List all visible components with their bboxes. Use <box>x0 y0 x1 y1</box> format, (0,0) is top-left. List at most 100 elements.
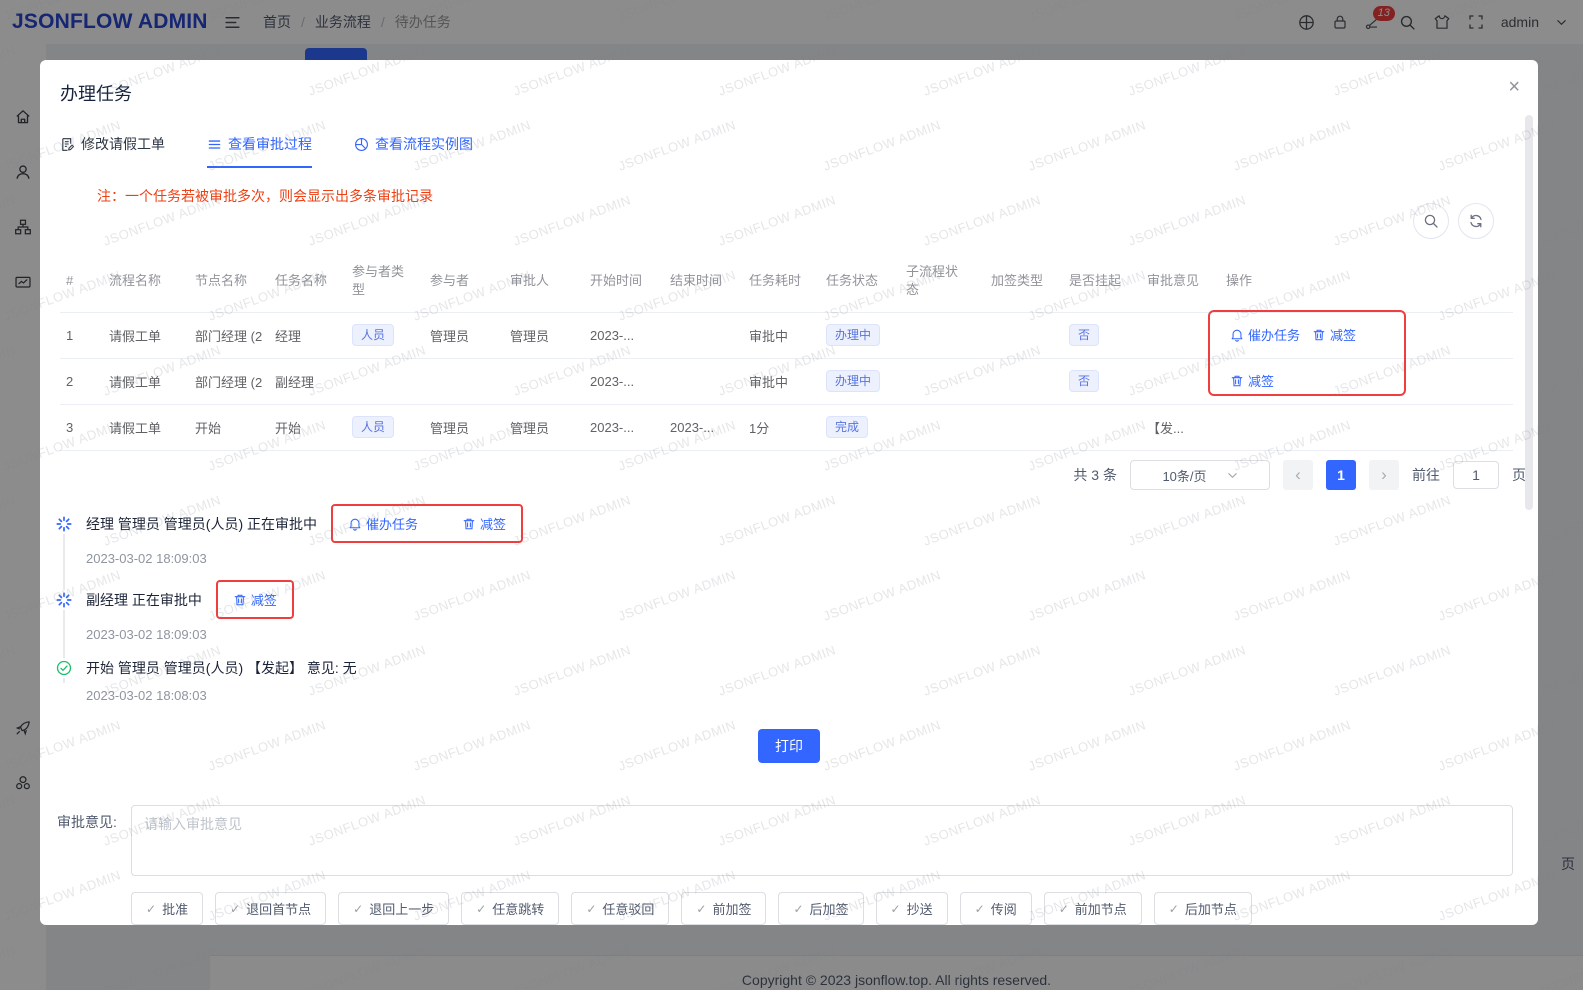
table-cell: 否 <box>1063 312 1141 358</box>
column-header-label: 参与者类型 <box>352 263 408 299</box>
action-label: 退回首节点 <box>246 899 311 918</box>
timeline-text: 开始 管理员 管理员(人员) 【发起】 意见: 无 <box>86 658 357 678</box>
action-button[interactable]: ✓ 后加节点 <box>1154 892 1252 925</box>
column-header: 参与者 <box>424 250 504 312</box>
table-cell <box>900 358 985 404</box>
table-cell <box>900 312 985 358</box>
table-row: 3请假工单开始开始人员管理员管理员2023-...2023-...1分完成【发.… <box>60 404 1513 450</box>
table-cell: 审批中 <box>743 358 820 404</box>
status-tag: 否 <box>1069 324 1099 346</box>
highlight-box-actions: 催办任务 减签 <box>331 504 523 543</box>
table-cell: 办理中 <box>820 312 900 358</box>
table-cell: 2 <box>60 358 103 404</box>
cell-text: 经理 <box>275 326 340 345</box>
check-icon: ✓ <box>1059 902 1069 916</box>
link-label: 减签 <box>251 590 277 609</box>
action-button[interactable]: ✓传阅 <box>960 892 1032 925</box>
table-cell <box>664 358 743 404</box>
timeline-item: 经理 管理员 管理员(人员) 正在审批中 催办任务 减签 2023-03-02 18:… <box>56 504 776 566</box>
column-header-label: 任务耗时 <box>749 273 801 288</box>
tab-edit-leave-form[interactable]: 修改请假工单 <box>60 134 165 168</box>
timeline-text: 经理 管理员 管理员(人员) 正在审批中 <box>86 514 317 534</box>
action-button[interactable]: ✓抄送 <box>876 892 948 925</box>
tab-approval-process[interactable]: 查看审批过程 <box>207 134 312 168</box>
urge-task-link[interactable]: 催办任务 <box>348 514 418 533</box>
table-cell <box>1141 312 1220 358</box>
timeline-timestamp: 2023-03-02 18:09:03 <box>56 551 776 566</box>
tab-process-diagram[interactable]: 查看流程实例图 <box>354 134 473 168</box>
search-button[interactable] <box>1413 203 1449 239</box>
opinion-textarea[interactable] <box>131 805 1513 876</box>
trash-icon <box>1312 328 1326 342</box>
action-button[interactable]: ✓退回上一步 <box>338 892 449 925</box>
column-header-label: 操作 <box>1226 273 1252 288</box>
action-button[interactable]: ✓ 前加节点 <box>1044 892 1142 925</box>
cell-text: 3 <box>66 420 97 435</box>
table-cell <box>900 404 985 450</box>
action-button[interactable]: ✓任意跳转 <box>461 892 559 925</box>
opinion-label: 审批意见: <box>57 812 117 832</box>
action-label: 退回上一步 <box>369 899 434 918</box>
action-button[interactable]: ✓批准 <box>131 892 203 925</box>
close-icon[interactable]: × <box>1508 76 1520 99</box>
cell-text: 管理员 <box>510 326 578 345</box>
link-label: 催办任务 <box>1248 325 1300 344</box>
column-header: 子流程状态 <box>900 250 985 312</box>
reduce-sign-link[interactable]: 减签 <box>1230 371 1274 390</box>
tab-label: 查看流程实例图 <box>375 134 473 154</box>
current-page[interactable]: 1 <box>1326 460 1356 490</box>
prev-page-button[interactable]: ‹ <box>1283 460 1313 490</box>
cell-text: 请假工单 <box>109 418 183 437</box>
cell-text: 审批中 <box>749 372 814 391</box>
table-cell <box>424 358 504 404</box>
action-label: 后加节点 <box>1185 899 1237 918</box>
table-cell: 经理 <box>269 312 346 358</box>
check-icon: ✓ <box>476 902 486 916</box>
table-row: 2请假工单部门经理 (2副经理2023-...审批中办理中否减签 <box>60 358 1513 404</box>
page-size-value: 10条/页 <box>1162 466 1206 485</box>
action-button[interactable]: ✓任意驳回 <box>571 892 669 925</box>
reduce-sign-link[interactable]: 减签 <box>233 590 277 609</box>
check-icon: ✓ <box>891 902 901 916</box>
table-cell: 催办任务减签 <box>1220 312 1513 358</box>
table-cell: 2023-... <box>664 404 743 450</box>
table-cell: 审批中 <box>743 312 820 358</box>
next-page-button[interactable]: › <box>1369 460 1399 490</box>
table-cell: 2023-... <box>584 358 664 404</box>
approval-table-wrap: #流程名称节点名称任务名称参与者类型参与者审批人开始时间结束时间任务耗时任务状态… <box>60 250 1513 451</box>
table-cell: 人员 <box>346 312 424 358</box>
check-icon: ✓ <box>1169 902 1179 916</box>
cell-text: 管理员 <box>510 418 578 437</box>
reduce-sign-link[interactable]: 减签 <box>1312 325 1356 344</box>
column-header-label: 任务名称 <box>275 273 327 288</box>
urge-task-link[interactable]: 催办任务 <box>1230 325 1300 344</box>
page-size-select[interactable]: 10条/页 <box>1130 460 1270 490</box>
column-header-label: 加签类型 <box>991 273 1043 288</box>
action-label: 前加节点 <box>1075 899 1127 918</box>
column-header: 任务耗时 <box>743 250 820 312</box>
refresh-button[interactable] <box>1458 203 1494 239</box>
reduce-sign-link[interactable]: 减签 <box>462 514 506 533</box>
column-header-label: 参与者 <box>430 273 469 288</box>
table-cell <box>985 358 1063 404</box>
check-icon: ✓ <box>975 902 985 916</box>
action-button[interactable]: ✓后加签 <box>778 892 863 925</box>
modal-scrollbar[interactable] <box>1525 115 1533 510</box>
cell-text: 审批中 <box>749 326 814 345</box>
link-label: 催办任务 <box>366 514 418 533</box>
check-icon: ✓ <box>230 902 240 916</box>
action-button[interactable]: ✓ 退回首节点 <box>215 892 326 925</box>
column-header: 结束时间 <box>664 250 743 312</box>
column-header-label: 结束时间 <box>670 273 722 288</box>
print-button[interactable]: 打印 <box>758 729 820 763</box>
column-header: 开始时间 <box>584 250 664 312</box>
table-cell: 2023-... <box>584 404 664 450</box>
status-tag: 人员 <box>352 324 394 346</box>
cell-text: 请假工单 <box>109 372 183 391</box>
table-cell: 部门经理 (2 <box>189 358 269 404</box>
success-icon <box>56 658 72 678</box>
action-button[interactable]: ✓前加签 <box>681 892 766 925</box>
goto-page-input[interactable] <box>1453 461 1499 489</box>
approval-table: #流程名称节点名称任务名称参与者类型参与者审批人开始时间结束时间任务耗时任务状态… <box>60 250 1513 451</box>
chevron-down-icon <box>1227 470 1238 481</box>
